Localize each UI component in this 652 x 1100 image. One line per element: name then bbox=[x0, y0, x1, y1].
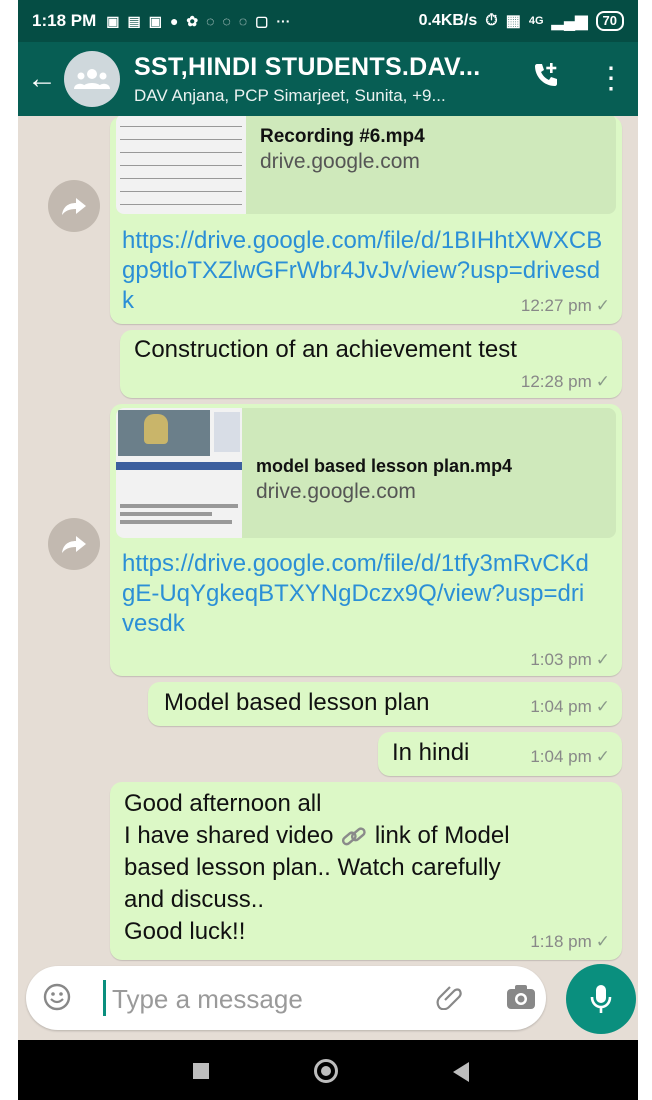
signal-icon: ▂▄▆ bbox=[551, 13, 588, 30]
message-time: 12:28 pm bbox=[520, 372, 592, 391]
system-nav-bar bbox=[18, 1040, 638, 1100]
message-line: and discuss.. bbox=[124, 886, 265, 913]
arrow-left-icon[interactable]: ← bbox=[22, 62, 62, 96]
message-bubble[interactable]: Model based lesson plan 1:04 pm ✓ bbox=[148, 682, 622, 726]
notification-icon: ◌ bbox=[238, 13, 248, 29]
message-link[interactable]: https://drive.google.com/file/d/1tfy3mRv… bbox=[122, 549, 592, 639]
more-vertical-icon[interactable]: ⋮ bbox=[596, 64, 626, 94]
status-right: 0.4KB/s ⏱ ▦ 4G ▂▄▆ 70 bbox=[419, 11, 624, 31]
message-meta: 1:04 pm ✓ bbox=[530, 747, 610, 767]
message-bubble[interactable]: Good afternoon all I have shared video l… bbox=[110, 782, 622, 960]
text-cursor bbox=[103, 980, 106, 1016]
message-time: 12:27 pm bbox=[520, 296, 592, 315]
emoji-icon[interactable] bbox=[42, 982, 72, 1012]
preview-thumbnail bbox=[116, 116, 246, 214]
message-meta: 1:18 pm ✓ bbox=[530, 932, 610, 952]
notification-icon: ▣ bbox=[106, 12, 120, 29]
microphone-icon bbox=[590, 985, 612, 1013]
preview-domain: drive.google.com bbox=[256, 480, 416, 503]
message-bubble[interactable]: In hindi 1:04 pm ✓ bbox=[378, 732, 622, 776]
message-text: In hindi bbox=[392, 739, 470, 766]
sent-check-icon: ✓ bbox=[595, 296, 610, 315]
preview-title: Recording #6.mp4 bbox=[260, 126, 425, 147]
message-meta: 12:27 pm ✓ bbox=[521, 296, 610, 316]
network-speed: 0.4KB/s bbox=[418, 12, 478, 29]
chat-participants: DAV Anjana, PCP Simarjeet, Sunita, +9... bbox=[134, 85, 446, 105]
message-meta: 12:28 pm ✓ bbox=[521, 372, 610, 392]
paperclip-icon[interactable] bbox=[436, 982, 464, 1017]
message-bubble[interactable]: model based lesson plan.mp4 drive.google… bbox=[110, 404, 622, 676]
message-line: based lesson plan.. Watch carefully bbox=[124, 854, 501, 881]
message-text: Model based lesson plan bbox=[164, 689, 430, 716]
preview-domain: drive.google.com bbox=[260, 150, 420, 173]
preview-thumbnail bbox=[116, 408, 242, 538]
sent-check-icon: ✓ bbox=[595, 932, 610, 951]
video-thumbnail-person bbox=[144, 414, 168, 444]
message-bubble[interactable]: Construction of an achievement test 12:2… bbox=[120, 330, 622, 398]
sent-check-icon: ✓ bbox=[595, 372, 610, 391]
message-time: 1:03 pm bbox=[530, 650, 592, 669]
notification-icon: ▤ bbox=[127, 12, 141, 29]
message-composer bbox=[26, 966, 546, 1030]
notification-icon: ▣ bbox=[148, 12, 162, 29]
message-text-part: I have shared video bbox=[124, 822, 334, 849]
forward-button[interactable] bbox=[48, 518, 100, 570]
message-line: Good luck!! bbox=[124, 918, 246, 945]
add-call-icon[interactable] bbox=[526, 60, 566, 98]
chat-title: SST,HINDI STUDENTS.DAV... bbox=[134, 52, 481, 81]
notification-icon: ◌ bbox=[222, 13, 231, 29]
link-preview[interactable]: model based lesson plan.mp4 drive.google… bbox=[116, 408, 616, 538]
voice-message-button[interactable] bbox=[566, 964, 636, 1034]
chain-link-icon bbox=[342, 827, 366, 845]
message-meta: 1:04 pm ✓ bbox=[530, 697, 610, 717]
chat-header: ← SST,HINDI STUDENTS.DAV... DAV Anjana, … bbox=[18, 42, 638, 116]
preview-title: model based lesson plan.mp4 bbox=[256, 456, 513, 476]
signal-label: 4G bbox=[528, 15, 544, 27]
sent-check-icon: ✓ bbox=[595, 697, 610, 716]
forward-button[interactable] bbox=[48, 180, 100, 232]
message-bubble[interactable]: Recording #6.mp4 drive.google.com https:… bbox=[110, 116, 622, 324]
group-icon bbox=[74, 69, 110, 89]
notification-icon: ✿ bbox=[186, 12, 199, 29]
group-avatar[interactable] bbox=[64, 51, 120, 107]
message-line: I have shared video link of Model bbox=[124, 820, 510, 851]
message-time: 1:18 pm bbox=[530, 932, 592, 951]
message-text-part: link of Model bbox=[374, 822, 510, 849]
sent-check-icon: ✓ bbox=[595, 650, 610, 669]
status-time: 1:18 PM bbox=[32, 11, 97, 30]
notification-icons: ▣ ▤ ▣ ● ✿ ◌ ◌ ◌ ▢ ··· bbox=[106, 13, 290, 30]
status-bar: 1:18 PM ▣ ▤ ▣ ● ✿ ◌ ◌ ◌ ▢ ··· 0.4KB/s ⏱ … bbox=[18, 0, 638, 42]
message-time: 1:04 pm bbox=[530, 747, 592, 766]
chat-title-block[interactable]: SST,HINDI STUDENTS.DAV... DAV Anjana, PC… bbox=[134, 53, 504, 106]
notification-icon: ● bbox=[169, 13, 179, 29]
notification-icon: ▢ bbox=[255, 12, 269, 29]
message-meta: 1:03 pm ✓ bbox=[530, 650, 610, 670]
forward-icon bbox=[62, 198, 86, 215]
more-notifications-icon: ··· bbox=[276, 13, 291, 29]
back-button[interactable] bbox=[453, 1062, 469, 1082]
alarm-icon: ⏱ bbox=[485, 12, 498, 29]
recents-button[interactable] bbox=[193, 1063, 209, 1079]
link-preview[interactable]: Recording #6.mp4 drive.google.com bbox=[116, 116, 616, 214]
message-text: Construction of an achievement test bbox=[134, 336, 517, 363]
message-input[interactable] bbox=[110, 976, 414, 1022]
volte-icon: ▦ bbox=[505, 13, 521, 30]
notification-icon: ◌ bbox=[206, 13, 215, 29]
phone-screen: 1:18 PM ▣ ▤ ▣ ● ✿ ◌ ◌ ◌ ▢ ··· 0.4KB/s ⏱ … bbox=[18, 0, 638, 1100]
forward-icon bbox=[62, 536, 86, 553]
battery-indicator: 70 bbox=[595, 11, 624, 31]
home-button[interactable] bbox=[314, 1059, 338, 1083]
message-list[interactable]: Recording #6.mp4 drive.google.com https:… bbox=[18, 116, 638, 966]
camera-icon[interactable] bbox=[506, 984, 536, 1010]
sent-check-icon: ✓ bbox=[595, 747, 610, 766]
message-time: 1:04 pm bbox=[530, 697, 592, 716]
message-line: Good afternoon all bbox=[124, 790, 322, 817]
